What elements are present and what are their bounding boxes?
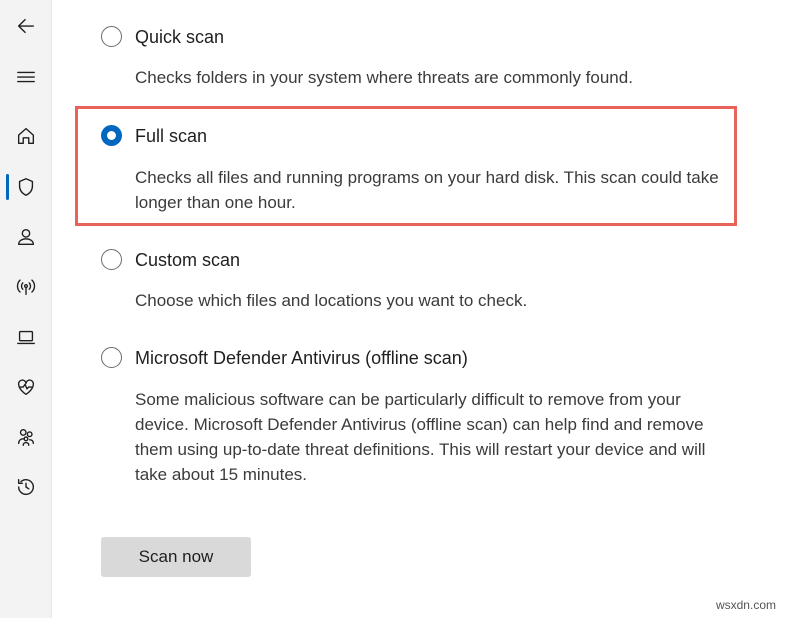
shield-icon[interactable]: [13, 174, 39, 200]
heart-pulse-icon[interactable]: [13, 374, 39, 400]
laptop-icon[interactable]: [13, 324, 39, 350]
custom-scan-description: Choose which files and locations you wan…: [135, 291, 528, 310]
full-scan-title[interactable]: Full scan: [135, 126, 207, 147]
navigation-sidebar: [0, 0, 52, 618]
offline-scan-radio[interactable]: [101, 347, 122, 368]
custom-scan-radio[interactable]: [101, 249, 122, 270]
watermark: wsxdn.com: [715, 598, 776, 612]
scan-now-button[interactable]: Scan now: [101, 537, 251, 577]
quick-scan-radio[interactable]: [101, 26, 122, 47]
home-icon[interactable]: [13, 123, 39, 149]
full-scan-description: Checks all files and running programs on…: [135, 168, 719, 212]
wireless-antenna-icon[interactable]: [13, 274, 39, 300]
history-icon[interactable]: [13, 474, 39, 500]
custom-scan-title[interactable]: Custom scan: [135, 250, 240, 271]
offline-scan-title[interactable]: Microsoft Defender Antivirus (offline sc…: [135, 348, 468, 369]
full-scan-radio[interactable]: [101, 125, 122, 146]
quick-scan-description: Checks folders in your system where thre…: [135, 68, 633, 87]
person-icon[interactable]: [13, 224, 39, 250]
active-indicator: [6, 174, 9, 200]
family-icon[interactable]: [13, 424, 39, 450]
hamburger-menu-icon[interactable]: [13, 64, 39, 90]
offline-scan-description: Some malicious software can be particula…: [135, 390, 706, 484]
quick-scan-title[interactable]: Quick scan: [135, 27, 224, 48]
back-arrow-icon[interactable]: [13, 13, 39, 39]
scan-options-panel: Quick scan Checks folders in your system…: [51, 0, 788, 618]
